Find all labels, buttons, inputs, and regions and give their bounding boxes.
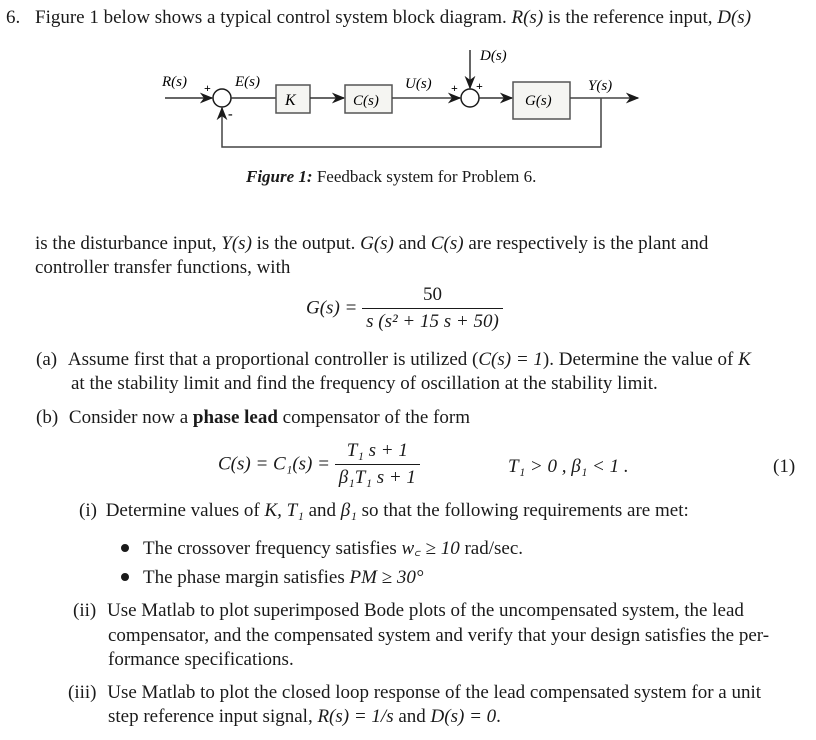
part-b-iii-text-c: . — [496, 706, 501, 727]
part-b-iii-text-1: Use Matlab to plot the closed loop respo… — [107, 682, 762, 703]
label-r: R(s) — [161, 74, 187, 90]
part-a-label: (a) — [36, 349, 58, 370]
body-text-c: and — [393, 233, 431, 254]
body-line-2: controller transfer functions, with — [35, 257, 291, 278]
part-a-text-a: Assume first that a proportional control… — [67, 349, 479, 370]
y-symbol: Y(s) — [221, 233, 252, 254]
label-y: Y(s) — [588, 78, 612, 94]
label-u: U(s) — [405, 76, 432, 92]
plant-eq-lhs: G(s) = — [306, 297, 358, 319]
plant-eq-numerator: 50 — [362, 284, 503, 309]
part-b-i-text-c: so that the following requirements are m… — [356, 500, 689, 521]
part-b-bold-text: phase lead — [192, 407, 278, 428]
part-b-iii-label: (iii) — [68, 682, 97, 703]
caption-label: Figure 1: — [246, 167, 313, 186]
part-b-text-a: Consider now a — [68, 407, 193, 428]
part-b-ii-label: (ii) — [73, 600, 97, 621]
part-b-iii-text-b: and — [393, 706, 431, 727]
part-b-i-line: (i) Determine values of K, T₁ and β₁ so … — [79, 500, 689, 522]
part-a-line-1: (a) Assume first that a proportional con… — [36, 349, 751, 371]
bullet-item-1: The crossover frequency satisfies w꜀ ≥ 1… — [121, 534, 523, 560]
label-k: K — [284, 92, 297, 109]
label-plus-2a: + — [451, 81, 458, 95]
body-line-1: is the disturbance input, Y(s) is the ou… — [35, 233, 708, 255]
part-b-i-text-b: and — [303, 500, 341, 521]
part-b-label: (b) — [36, 407, 59, 428]
label-plus-2b: + — [476, 79, 483, 93]
label-minus-1: - — [228, 107, 233, 122]
part-b-iii-line-1: (iii) Use Matlab to plot the closed loop… — [68, 682, 761, 704]
label-plus-1: + — [204, 81, 211, 95]
compensator-equation: C(s) = C₁(s) = T₁ s + 1 β₁T₁ s + 1 — [218, 440, 420, 489]
part-b-iii-text-a: step reference input signal, — [108, 706, 318, 727]
bullet-1-math: w꜀ ≥ 10 — [401, 538, 460, 559]
plant-eq-fraction: 50 s (s² + 15 s + 50) — [362, 284, 503, 333]
part-a-line-2: at the stability limit and find the freq… — [71, 373, 658, 394]
part-b-text-b: compensator of the form — [277, 407, 470, 428]
part-a-text-b: ). Determine the value of — [542, 349, 739, 370]
bullet-2-text: The phase margin satisfies — [143, 567, 350, 588]
d-equation: D(s) = 0 — [430, 706, 497, 727]
label-g: G(s) — [525, 93, 552, 109]
part-b-i-label: (i) — [79, 500, 97, 521]
plant-equation: G(s) = 50 s (s² + 15 s + 50) — [306, 284, 503, 333]
bullet-icon — [121, 572, 129, 581]
part-b-ii-text-1: Use Matlab to plot superimposed Bode plo… — [106, 600, 744, 621]
body-text-d: are respectively is the plant and — [463, 233, 709, 254]
label-c: C(s) — [353, 93, 379, 109]
part-b-ii-line-3: formance specifications. — [108, 649, 294, 670]
label-e: E(s) — [234, 74, 260, 90]
part-b-line: (b) Consider now a phase lead compensato… — [36, 407, 470, 429]
part-a-condition: C(s) = 1 — [478, 349, 543, 370]
bullet-1-text: The crossover frequency satisfies — [143, 538, 402, 559]
equation-number: (1) — [773, 456, 796, 477]
plant-eq-denominator: s (s² + 15 s + 50) — [366, 311, 499, 332]
bullet-2-math: PM ≥ 30° — [349, 567, 424, 588]
part-b-ii-line-2: compensator, and the compensated system … — [108, 625, 770, 646]
part-a-k-symbol: K — [738, 349, 751, 370]
figure-caption: Figure 1: Feedback system for Problem 6. — [246, 167, 536, 187]
comp-eq-numerator: T₁ s + 1 — [334, 440, 420, 465]
comp-eq-fraction: T₁ s + 1 β₁T₁ s + 1 — [334, 440, 420, 489]
comp-eq-conditions: T₁ > 0 , β₁ < 1 . — [508, 456, 629, 477]
bullet-1-unit: rad/sec. — [459, 538, 524, 559]
g-symbol: G(s) — [360, 233, 394, 254]
part-b-i-text-a: Determine values of — [105, 500, 265, 521]
part-b-ii-line-1: (ii) Use Matlab to plot superimposed Bod… — [73, 600, 744, 622]
label-d: D(s) — [479, 48, 507, 64]
body-text-b: is the output. — [251, 233, 361, 254]
bullet-icon — [121, 543, 129, 552]
body-text-a: is the disturbance input, — [35, 233, 222, 254]
c-symbol: C(s) — [430, 233, 464, 254]
bullet-item-2: The phase margin satisfies PM ≥ 30° — [121, 567, 423, 589]
part-b-i-beta: β₁ — [340, 500, 357, 521]
part-b-i-symbols: K, T₁ — [264, 500, 304, 521]
r-equation: R(s) = 1/s — [317, 706, 394, 727]
comp-eq-denominator: β₁T₁ s + 1 — [338, 467, 416, 488]
part-b-iii-line-2: step reference input signal, R(s) = 1/s … — [108, 706, 501, 728]
summing-junction-1 — [212, 88, 232, 108]
comp-eq-lhs: C(s) = C₁(s) = — [218, 453, 330, 475]
caption-text: Feedback system for Problem 6. — [312, 167, 537, 186]
